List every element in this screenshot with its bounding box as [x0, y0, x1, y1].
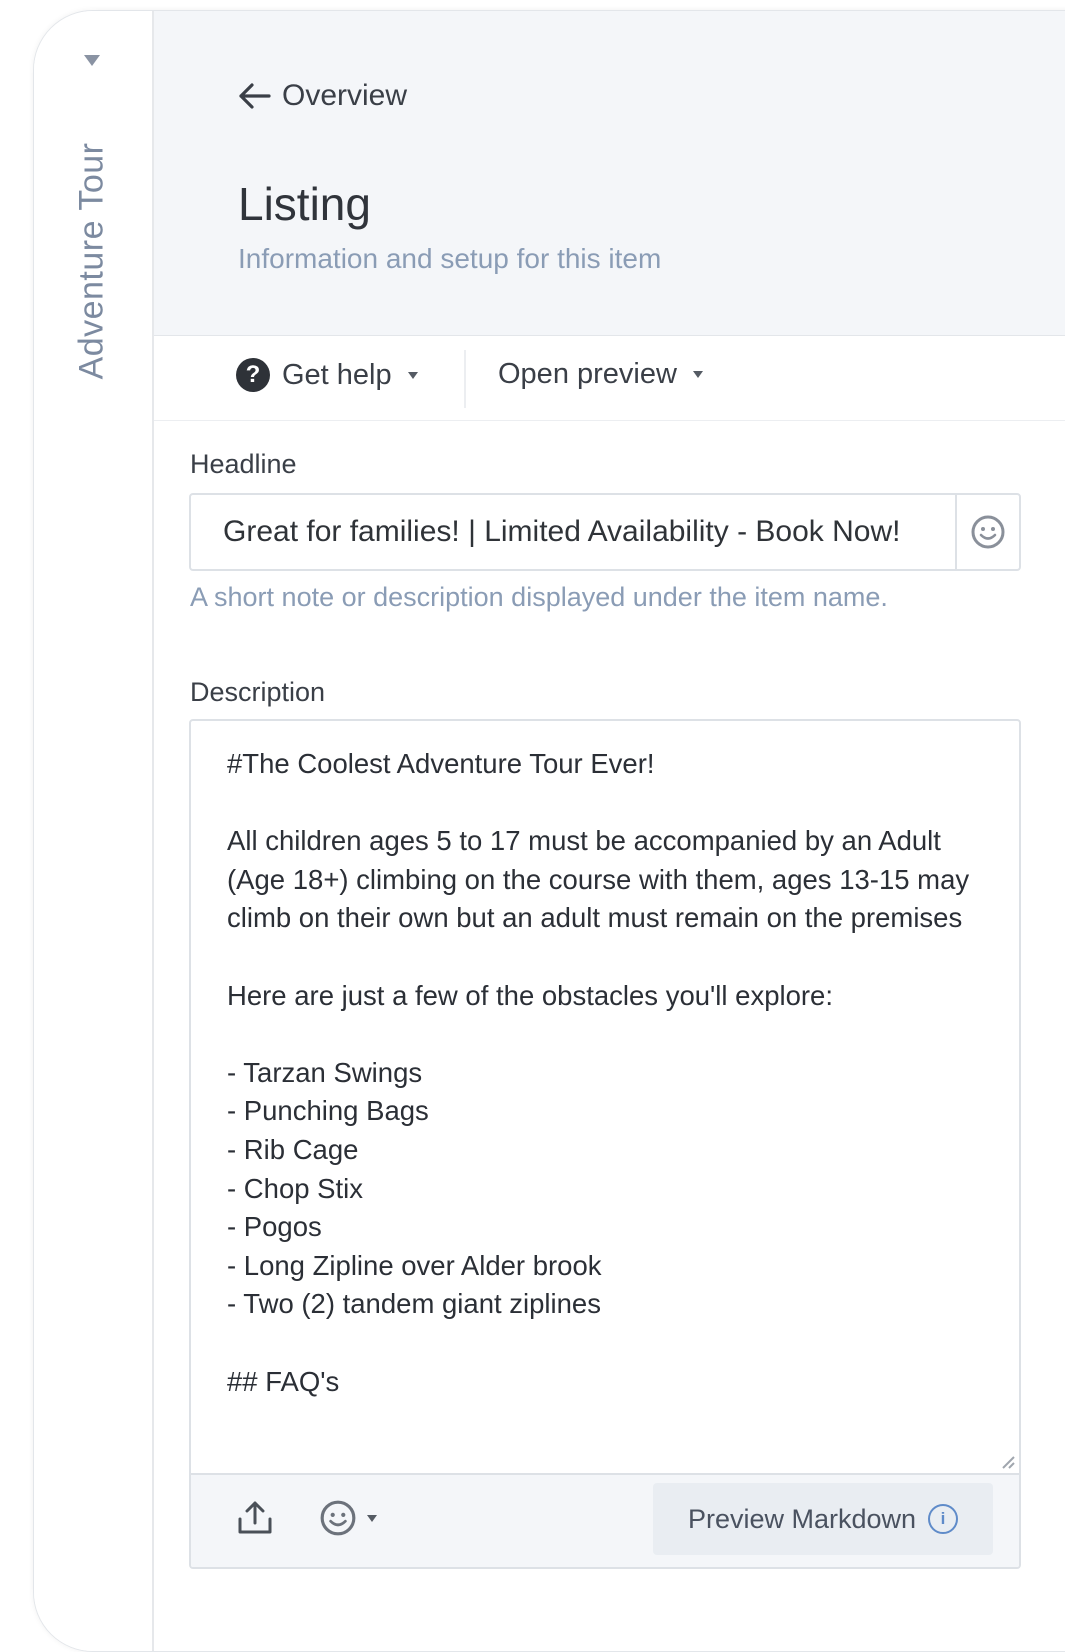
open-preview-button[interactable]: Open preview — [498, 358, 703, 391]
headline-emoji-button[interactable] — [955, 495, 1019, 569]
headline-label: Headline — [190, 449, 297, 479]
upload-icon — [238, 1501, 272, 1534]
resize-handle-icon[interactable] — [999, 1453, 1015, 1469]
listing-panel: Adventure Tour Overview Listing Informat… — [33, 10, 1065, 1652]
preview-markdown-button[interactable]: Preview Markdown i — [653, 1483, 993, 1555]
upload-button[interactable] — [235, 1499, 275, 1537]
emoji-icon — [971, 515, 1005, 549]
toolbar: ? Get help Open preview — [154, 336, 1065, 421]
description-textarea[interactable]: #The Coolest Adventure Tour Ever! All ch… — [191, 721, 1019, 1473]
description-label: Description — [190, 677, 326, 707]
chevron-down-icon — [367, 1514, 377, 1522]
headline-field — [189, 493, 1021, 571]
chevron-down-icon — [692, 371, 703, 378]
preview-markdown-label: Preview Markdown — [687, 1503, 917, 1534]
description-footer: Preview Markdown i — [191, 1473, 1019, 1567]
page-header: Overview Listing Information and setup f… — [154, 11, 1065, 336]
back-link[interactable]: Overview — [236, 79, 407, 113]
open-preview-label: Open preview — [498, 358, 677, 390]
emoji-menu-button[interactable] — [319, 1499, 377, 1537]
question-circle-icon: ? — [236, 358, 270, 392]
main-content: Overview Listing Information and setup f… — [154, 11, 1065, 1651]
caret-down-icon[interactable] — [84, 55, 100, 66]
get-help-label: Get help — [282, 358, 392, 391]
chevron-down-icon — [407, 371, 418, 379]
emoji-icon — [320, 1500, 356, 1536]
page-subtitle: Information and setup for this item — [238, 243, 662, 274]
page-title: Listing — [238, 178, 371, 230]
toolbar-divider — [464, 350, 466, 408]
back-link-label: Overview — [282, 79, 408, 112]
info-icon: i — [928, 1504, 959, 1534]
side-rail: Adventure Tour — [34, 11, 154, 1651]
headline-helper-text: A short note or description displayed un… — [190, 582, 888, 612]
sidebar-title[interactable]: Adventure Tour — [73, 143, 112, 380]
headline-input[interactable] — [191, 495, 955, 569]
get-help-button[interactable]: ? Get help — [236, 358, 418, 392]
description-field: #The Coolest Adventure Tour Ever! All ch… — [189, 719, 1021, 1569]
arrow-left-icon — [239, 83, 271, 109]
